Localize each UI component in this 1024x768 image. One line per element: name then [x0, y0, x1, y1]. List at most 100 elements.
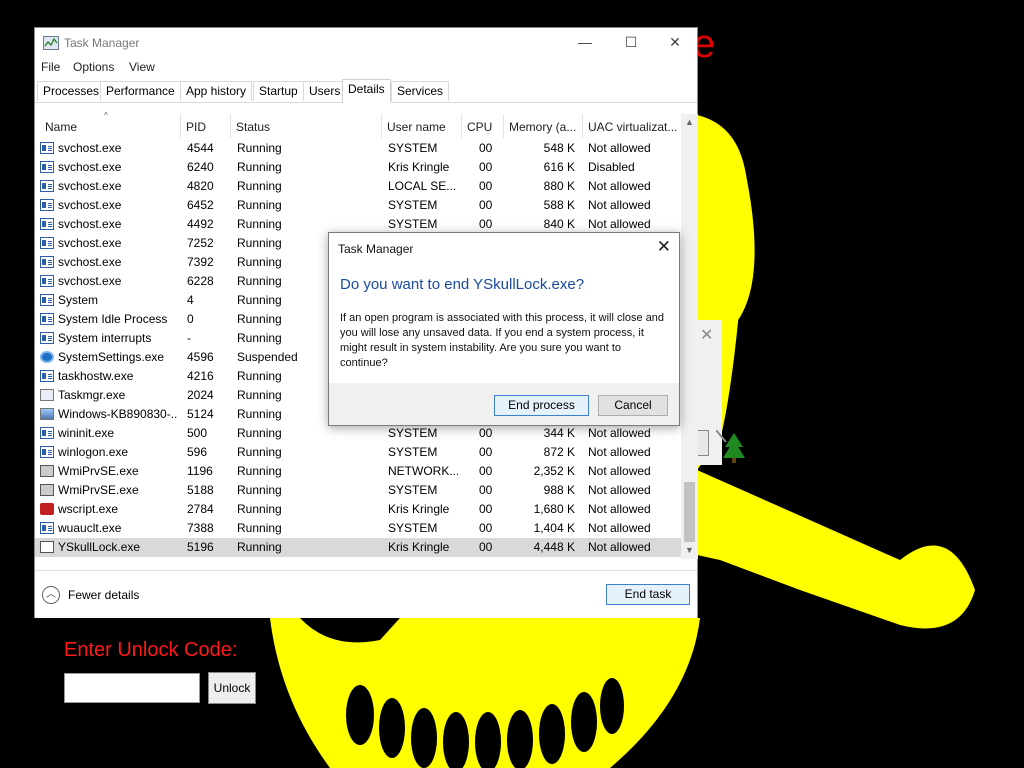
tab-processes[interactable]: Processes — [37, 81, 106, 101]
maximize-button[interactable]: ☐ — [608, 28, 654, 58]
table-row[interactable]: svchost.exe 4820 Running LOCAL SE... 00 880 K… — [35, 177, 681, 196]
cell-status: Running — [237, 521, 282, 535]
column-header-pid[interactable]: PID — [180, 114, 230, 138]
wmi-icon — [40, 465, 54, 477]
cell-memory: 2,352 K — [533, 464, 575, 478]
cell-user: Kris Kringle — [388, 502, 450, 516]
cell-name: svchost.exe — [58, 179, 122, 193]
close-button[interactable]: ✕ — [652, 28, 698, 58]
table-row[interactable]: wininit.exe 500 Running SYSTEM 00 344 K Not al… — [35, 424, 681, 443]
unlock-button[interactable]: Unlock — [208, 672, 256, 704]
cell-name: Windows-KB890830-... — [58, 407, 178, 421]
tab-startup[interactable]: Startup — [253, 81, 304, 101]
cell-cpu: 00 — [479, 198, 493, 212]
cell-cpu: 00 — [479, 464, 493, 478]
cell-user: SYSTEM — [388, 521, 438, 535]
cell-user: Kris Kringle — [388, 540, 450, 554]
tab-details[interactable]: Details — [342, 79, 391, 103]
tab-performance[interactable]: Performance — [100, 81, 181, 101]
cell-pid: 5188 — [187, 483, 214, 497]
column-header-cpu[interactable]: CPU — [461, 114, 503, 138]
table-row[interactable]: svchost.exe 6452 Running SYSTEM 00 588 K Not a… — [35, 196, 681, 215]
menu-options[interactable]: Options — [73, 60, 114, 74]
cell-memory: 1,404 K — [533, 521, 575, 535]
cell-cpu: 00 — [479, 426, 493, 440]
cell-cpu: 00 — [479, 179, 493, 193]
cell-name: svchost.exe — [58, 217, 122, 231]
cell-name: svchost.exe — [58, 274, 122, 288]
dialog-message: If an open program is associated with th… — [340, 312, 665, 369]
end-task-button[interactable]: End task — [606, 584, 690, 605]
column-header-memory[interactable]: Memory (a... — [503, 114, 582, 138]
menu-file[interactable]: File — [41, 60, 60, 74]
dialog-button-bar: End process Cancel — [329, 383, 679, 425]
cell-memory: 4,448 K — [533, 540, 575, 554]
column-header-uac[interactable]: UAC virtualizat... — [582, 114, 680, 138]
cell-name: svchost.exe — [58, 255, 122, 269]
table-row[interactable]: wuauclt.exe 7388 Running SYSTEM 00 1,404 K Not… — [35, 519, 681, 538]
cell-user: Kris Kringle — [388, 160, 450, 174]
table-row[interactable]: svchost.exe 4544 Running SYSTEM 00 548 K Not a… — [35, 139, 681, 158]
service-icon — [40, 332, 54, 344]
cell-user: SYSTEM — [388, 426, 438, 440]
cell-memory: 616 K — [543, 160, 575, 174]
table-row[interactable]: wscript.exe 2784 Running Kris Kringle 00 1,68… — [35, 500, 681, 519]
cell-name: WmiPrvSE.exe — [58, 464, 139, 478]
cancel-button[interactable]: Cancel — [598, 395, 668, 416]
cell-cpu: 00 — [479, 141, 493, 155]
end-process-button[interactable]: End process — [494, 395, 589, 416]
table-row[interactable]: YSkullLock.exe 5196 Running Kris Kringle 00 4… — [35, 538, 681, 557]
cell-status: Running — [237, 141, 282, 155]
service-icon — [40, 142, 54, 154]
tab-services[interactable]: Services — [391, 81, 450, 101]
cell-status: Running — [237, 160, 282, 174]
service-icon — [40, 294, 54, 306]
service-icon — [40, 199, 54, 211]
cell-cpu: 00 — [479, 502, 493, 516]
cell-name: taskhostw.exe — [58, 369, 134, 383]
cell-pid: 4216 — [187, 369, 214, 383]
background-close-icon[interactable]: ✕ — [700, 325, 713, 345]
vertical-scrollbar[interactable]: ▲ ▼ — [681, 114, 698, 559]
scroll-up-icon[interactable]: ▲ — [681, 114, 698, 131]
menu-view[interactable]: View — [129, 60, 155, 74]
table-row[interactable]: svchost.exe 6240 Running Kris Kringle 00 616 … — [35, 158, 681, 177]
chevron-up-icon[interactable]: ︿ — [42, 586, 60, 604]
column-header-user[interactable]: User name — [381, 114, 461, 138]
cell-uac: Not allowed — [588, 445, 651, 459]
scroll-down-icon[interactable]: ▼ — [681, 542, 698, 559]
unlock-code-input[interactable] — [64, 673, 200, 703]
dialog-title: Task Manager — [338, 242, 414, 256]
service-icon — [40, 427, 54, 439]
table-row[interactable]: WmiPrvSE.exe 5188 Running SYSTEM 00 988 K Not … — [35, 481, 681, 500]
tab-users[interactable]: Users — [303, 81, 347, 101]
cell-status: Running — [237, 464, 282, 478]
cell-uac: Not allowed — [588, 521, 651, 535]
dialog-heading: Do you want to end YSkullLock.exe? — [340, 276, 585, 293]
dialog-close-icon[interactable]: ✕ — [657, 237, 671, 257]
tab-app-history[interactable]: App history — [180, 81, 253, 101]
scroll-thumb[interactable] — [684, 482, 695, 542]
background-window-button[interactable] — [697, 430, 709, 456]
tree-icon — [716, 430, 745, 463]
cell-name: winlogon.exe — [58, 445, 129, 459]
cell-uac: Not allowed — [588, 426, 651, 440]
cell-uac: Not allowed — [588, 141, 651, 155]
cell-name: svchost.exe — [58, 141, 122, 155]
cell-name: System — [58, 293, 99, 307]
column-header-name[interactable]: Name — [40, 114, 180, 138]
fewer-details-link[interactable]: Fewer details — [68, 588, 139, 602]
table-row[interactable]: WmiPrvSE.exe 1196 Running NETWORK... 00 2,352… — [35, 462, 681, 481]
service-icon — [40, 161, 54, 173]
cell-name: System interrupts — [58, 331, 152, 345]
cell-uac: Not allowed — [588, 540, 651, 554]
cell-status: Running — [237, 426, 282, 440]
cell-uac: Not allowed — [588, 179, 651, 193]
column-header-status[interactable]: Status — [230, 114, 381, 138]
cell-pid: - — [187, 331, 191, 345]
cell-name: YSkullLock.exe — [58, 540, 141, 554]
cell-status: Running — [237, 445, 282, 459]
title-bar[interactable]: Task Manager — ☐ ✕ — [35, 28, 697, 58]
minimize-button[interactable]: — — [562, 28, 608, 58]
table-row[interactable]: winlogon.exe 596 Running SYSTEM 00 872 K Not a… — [35, 443, 681, 462]
